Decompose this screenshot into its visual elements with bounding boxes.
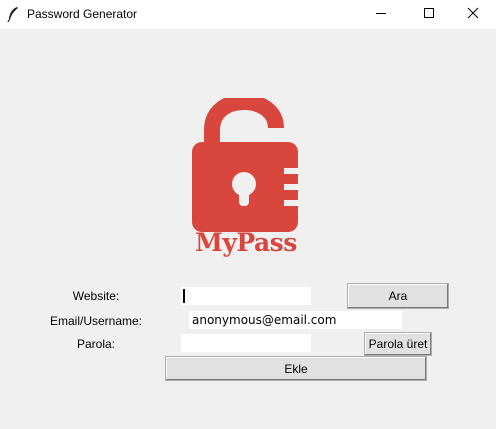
email-input[interactable]: anonymous@email.com [188, 310, 403, 330]
window-title: Password Generator [27, 7, 138, 21]
minimize-button[interactable] [358, 0, 404, 29]
close-button[interactable] [450, 0, 496, 29]
logo-text: MyPass [195, 228, 297, 257]
close-icon [467, 7, 479, 22]
search-button[interactable]: Ara [347, 283, 449, 309]
website-label: Website: [72, 289, 120, 303]
maximize-button[interactable] [406, 0, 452, 29]
website-input[interactable] [180, 286, 312, 306]
password-label: Parola: [76, 337, 116, 351]
title-bar: Password Generator [0, 0, 496, 29]
maximize-icon [423, 7, 435, 22]
password-input[interactable] [180, 333, 312, 353]
generate-password-button[interactable]: Parola üret [364, 332, 432, 356]
add-button[interactable]: Ekle [165, 356, 427, 381]
padlock-icon [192, 93, 300, 232]
email-label: Email/Username: [49, 314, 143, 328]
feather-icon [6, 6, 20, 23]
minimize-icon [375, 7, 387, 22]
